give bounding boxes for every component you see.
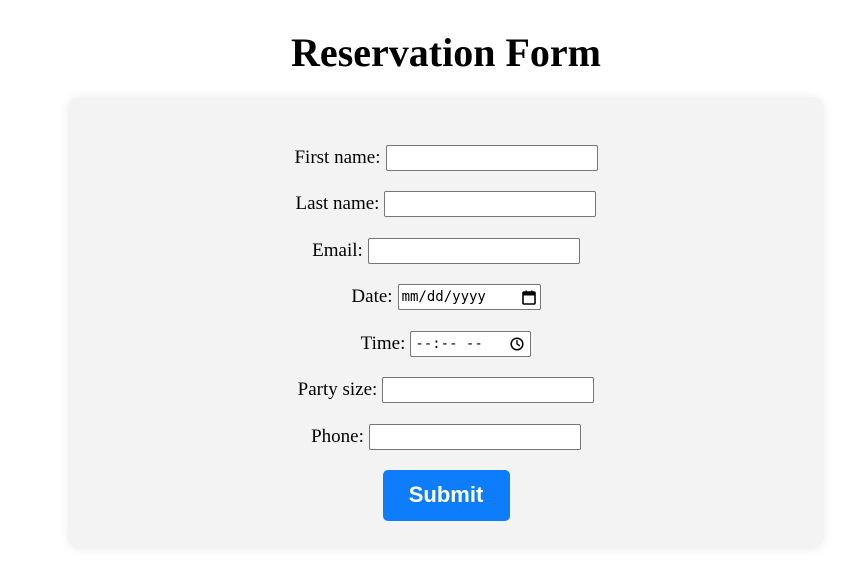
clock-icon[interactable] <box>510 336 524 351</box>
email-input[interactable] <box>367 237 580 264</box>
time-input[interactable]: --:-- -- <box>410 330 532 357</box>
page-title: Reservation Form <box>291 30 601 75</box>
last-name-input[interactable] <box>384 191 597 217</box>
page: Reservation Form First name: Last name: … <box>0 0 854 572</box>
time-row: Time: --:-- -- <box>68 330 824 357</box>
date-placeholder: mm/dd/yyyy <box>401 289 486 305</box>
time-label: Time: <box>360 332 406 354</box>
first-name-row: First name: <box>68 144 824 171</box>
first-name-label: First name: <box>294 146 381 168</box>
submit-wrapper: Submit <box>68 469 824 521</box>
last-name-row: Last name: <box>68 191 824 218</box>
first-name-input[interactable] <box>385 144 598 171</box>
phone-row: Phone: <box>68 423 824 450</box>
reservation-form: First name: Last name: Email: Date: mm/d… <box>68 144 824 521</box>
email-row: Email: <box>68 237 824 264</box>
time-placeholder: --:-- -- <box>415 335 483 352</box>
party-size-label: Party size: <box>297 379 378 400</box>
date-label: Date: <box>351 286 393 307</box>
phone-label: Phone: <box>311 425 364 447</box>
date-input[interactable]: mm/dd/yyyy <box>397 284 541 310</box>
phone-input[interactable] <box>368 423 581 450</box>
calendar-icon[interactable] <box>521 290 536 305</box>
email-label: Email: <box>312 239 363 261</box>
submit-button[interactable]: Submit <box>382 469 510 521</box>
date-row: Date: mm/dd/yyyy <box>68 284 824 311</box>
party-size-input[interactable] <box>382 377 595 403</box>
last-name-label: Last name: <box>295 193 380 214</box>
party-size-row: Party size: <box>68 377 824 404</box>
reservation-form-card: First name: Last name: Email: Date: mm/d… <box>68 97 824 549</box>
